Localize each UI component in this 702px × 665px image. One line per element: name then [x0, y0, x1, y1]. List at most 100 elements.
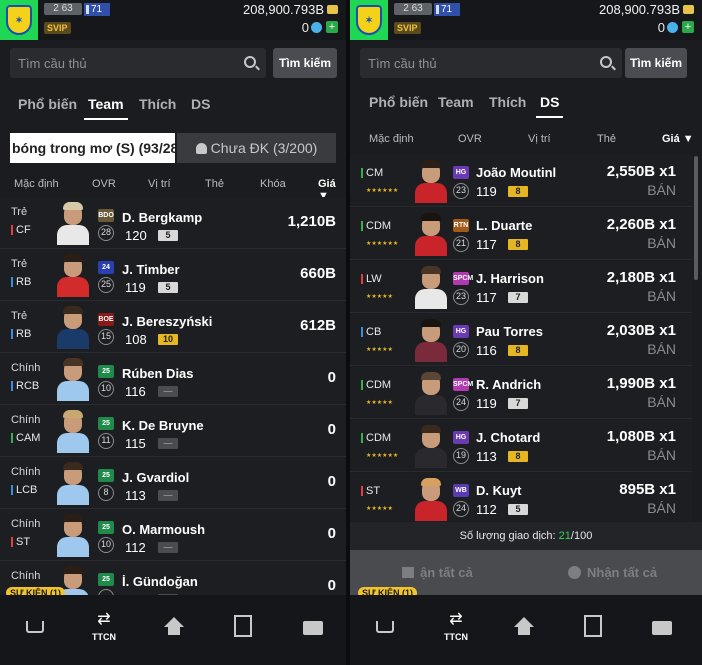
- sale-row[interactable]: CM ★★★★★★ HG 23 João Moutinl 119 8 2,550B x1 BÁN: [350, 155, 692, 207]
- team-row[interactable]: Chính ST 25 10 O. Marmoush 112 — 0: [0, 509, 346, 561]
- nav-ttcn-label-right[interactable]: TTCN: [444, 632, 468, 642]
- subtab-unregistered[interactable]: Chưa ĐK (3/200): [177, 133, 336, 163]
- search-input-right[interactable]: Tìm cầu thủ: [360, 48, 622, 78]
- grade-badge: 10: [158, 334, 178, 345]
- player-avatar: [54, 201, 92, 245]
- star-rating: ★★★★★★: [366, 453, 399, 459]
- club-logo[interactable]: ✶: [0, 0, 38, 40]
- team-row[interactable]: Trẻ RB BOE 15 J. Bereszyński 108 10 612B: [0, 301, 346, 353]
- sort-ovr-right[interactable]: OVR: [458, 133, 482, 145]
- player-avatar: [54, 305, 92, 349]
- sell-button[interactable]: BÁN: [647, 182, 676, 198]
- team-row[interactable]: Chính RCB 25 10 Rúben Dias 116 — 0: [0, 353, 346, 405]
- player-name[interactable]: R. Andrich: [476, 377, 541, 392]
- grade-badge: 8: [508, 239, 528, 250]
- sale-price: 2,260B x1: [606, 216, 676, 233]
- sale-row[interactable]: CB ★★★★★ HG 20 Pau Torres 116 8 2,030B x1 BÁN: [350, 314, 692, 366]
- sale-row[interactable]: CDM ★★★★★ SPCM 24 R. Andrich 119 7 1,990B x1 BÁN: [350, 367, 692, 419]
- player-name[interactable]: J. Chotard: [476, 430, 540, 445]
- sale-row[interactable]: CDM ★★★★★★ HG 19 J. Chotard 113 8 1,080B x1 BÁN: [350, 420, 692, 472]
- sort-ovr[interactable]: OVR: [92, 178, 116, 190]
- cart-icon[interactable]: [26, 621, 44, 633]
- upgrade-level: 25: [98, 277, 114, 293]
- sell-button[interactable]: BÁN: [647, 500, 676, 516]
- player-name[interactable]: J. Bereszyński: [122, 314, 212, 329]
- player-name[interactable]: Pau Torres: [476, 324, 543, 339]
- search-input[interactable]: Tìm cầu thủ: [10, 48, 266, 78]
- player-name[interactable]: L. Duarte: [476, 218, 532, 233]
- subtab-dream-team[interactable]: bóng trong mơ (S) (93/285): [10, 133, 175, 163]
- player-name[interactable]: D. Kuyt: [476, 483, 522, 498]
- team-row[interactable]: Chính LCB 25 8 J. Gvardiol 113 — 0: [0, 457, 346, 509]
- position-label: LCB: [11, 484, 37, 496]
- sort-position-right[interactable]: Vị trí: [528, 133, 551, 145]
- formation-icon[interactable]: [234, 615, 252, 637]
- team-row[interactable]: Trẻ CF BDO 28 D. Bergkamp 120 5 1,210B: [0, 197, 346, 249]
- sell-button[interactable]: BÁN: [647, 394, 676, 410]
- player-name[interactable]: J. Harrison: [476, 271, 544, 286]
- team-row[interactable]: Chính CAM 25 11 K. De Bruyne 115 — 0: [0, 405, 346, 457]
- cancel-all-button[interactable]: ận tất cả: [402, 565, 473, 580]
- player-name[interactable]: J. Timber: [122, 262, 180, 277]
- scrollbar[interactable]: [694, 156, 698, 280]
- sale-row[interactable]: ST ★★★★★ WB 24 D. Kuyt 112 5 895B x1 BÁN: [350, 473, 692, 525]
- svip-badge: SVIP: [44, 22, 71, 34]
- player-name[interactable]: K. De Bruyne: [122, 418, 204, 433]
- tab-team-right[interactable]: Team: [438, 94, 474, 110]
- sort-default-right[interactable]: Mặc định: [369, 133, 414, 145]
- player-name[interactable]: J. Gvardiol: [122, 470, 189, 485]
- search-button-right[interactable]: Tìm kiếm: [625, 48, 687, 78]
- add-fc-button[interactable]: +: [326, 21, 338, 33]
- sort-default[interactable]: Mặc định: [14, 178, 59, 190]
- sort-position[interactable]: Vị trí: [148, 178, 171, 190]
- position-label: ST: [11, 536, 30, 548]
- search-icon[interactable]: [244, 56, 256, 68]
- sort-card-right[interactable]: Thẻ: [597, 133, 616, 145]
- home-icon[interactable]: [164, 617, 188, 639]
- search-button[interactable]: Tìm kiếm: [273, 48, 337, 78]
- avatar-body: [415, 183, 447, 203]
- sort-card[interactable]: Thẻ: [205, 178, 224, 190]
- sale-row[interactable]: LW ★★★★★ SPCM 23 J. Harrison 117 7 2,180B x1 BÁN: [350, 261, 692, 313]
- player-name[interactable]: O. Marmoush: [122, 522, 205, 537]
- tab-ds[interactable]: DS: [191, 96, 210, 112]
- bag-icon[interactable]: [303, 621, 323, 635]
- bag-icon-right[interactable]: [652, 621, 672, 635]
- upgrade-level: 20: [453, 342, 469, 358]
- transfer-icon-right[interactable]: ⇄: [444, 609, 468, 631]
- tab-team[interactable]: Team: [84, 96, 128, 120]
- tab-ds-right[interactable]: DS: [535, 94, 565, 118]
- home-icon-right[interactable]: [514, 617, 538, 639]
- cart-icon-right[interactable]: [376, 621, 394, 633]
- team-row[interactable]: Trẻ RB 24 25 J. Timber 119 5 660B: [0, 249, 346, 301]
- tab-favorite-right[interactable]: Thích: [489, 94, 526, 110]
- player-name[interactable]: D. Bergkamp: [122, 210, 202, 225]
- sort-price-right[interactable]: Giá ▼: [662, 133, 694, 145]
- search-icon-right[interactable]: [600, 56, 612, 68]
- tab-favorite[interactable]: Thích: [139, 96, 176, 112]
- sell-button[interactable]: BÁN: [647, 235, 676, 251]
- tab-popular-right[interactable]: Phổ biến: [369, 94, 428, 110]
- player-ovr: 117: [476, 290, 497, 305]
- sell-button[interactable]: BÁN: [647, 341, 676, 357]
- formation-icon-right[interactable]: [584, 615, 602, 637]
- player-name[interactable]: İ. Gündoğan: [122, 574, 198, 589]
- sell-button[interactable]: BÁN: [647, 447, 676, 463]
- transfer-icon[interactable]: ⇄: [92, 609, 116, 631]
- receive-all-button[interactable]: Nhận tất cả: [568, 565, 657, 580]
- player-name[interactable]: Rúben Dias: [122, 366, 194, 381]
- sale-row[interactable]: CDM ★★★★★★ RTN 21 L. Duarte 117 8 2,260B x1 BÁN: [350, 208, 692, 260]
- add-fc-button-right[interactable]: +: [682, 21, 694, 33]
- username: 2 63: [44, 3, 82, 15]
- nav-ttcn-label[interactable]: TTCN: [92, 632, 116, 642]
- sort-lock[interactable]: Khóa: [260, 178, 286, 190]
- tab-popular[interactable]: Phổ biến: [18, 96, 77, 112]
- player-name[interactable]: João Moutinl: [476, 165, 556, 180]
- club-logo-right[interactable]: ✶: [350, 0, 388, 40]
- avatar-hair: [63, 514, 83, 522]
- receive-all-label: Nhận tất cả: [587, 565, 658, 580]
- app-root: ✶ 2 63 71 SVIP 208,900.793B 0 + Tìm cầu …: [0, 0, 702, 665]
- player-ovr: 119: [476, 184, 497, 199]
- home-base-right: [518, 627, 530, 635]
- sell-button[interactable]: BÁN: [647, 288, 676, 304]
